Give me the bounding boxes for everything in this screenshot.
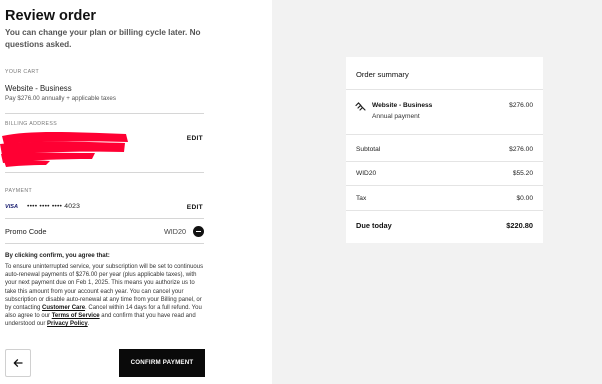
cart-section-label: YOUR CART: [5, 69, 40, 75]
cart-item-name: Website - Business: [5, 84, 72, 93]
divider: [5, 218, 204, 219]
subtotal-label: Subtotal: [356, 146, 381, 153]
summary-item-name: Website - Business: [372, 102, 433, 109]
back-button[interactable]: [5, 349, 31, 377]
order-summary-card: Order summary Website - Business Annual …: [346, 57, 543, 243]
discount-label: WID20: [356, 170, 377, 177]
divider: [346, 134, 543, 135]
customer-care-link[interactable]: Customer Care: [42, 305, 85, 311]
page-subtitle: You can change your plan or billing cycl…: [5, 28, 201, 49]
billing-section-label: BILLING ADDRESS: [5, 121, 58, 127]
divider: [346, 161, 543, 162]
terms-of-service-link[interactable]: Terms of Service: [52, 313, 100, 319]
total-label: Due today: [356, 221, 392, 230]
remove-promo-icon[interactable]: [193, 226, 204, 237]
agreement-heading: By clicking confirm, you agree that:: [5, 252, 110, 259]
divider: [5, 243, 204, 244]
agreement-text-part: To ensure uninterrupted service, your su…: [5, 264, 204, 312]
subtotal-value: $276.00: [509, 146, 533, 153]
divider: [5, 172, 204, 173]
total-value: $220.80: [506, 221, 533, 230]
agreement-text-part: .: [87, 321, 90, 328]
agreement-text: To ensure uninterrupted service, your su…: [5, 263, 205, 329]
privacy-policy-link[interactable]: Privacy Policy: [47, 321, 88, 327]
promo-code-label: Promo Code: [5, 227, 47, 236]
divider: [346, 89, 543, 90]
squarespace-logo-icon: [355, 102, 366, 111]
visa-logo-icon: VISA: [5, 204, 19, 210]
checkout-form-panel: Review order You can change your plan or…: [0, 0, 272, 384]
discount-value: $55.20: [512, 170, 533, 177]
summary-item-price: $276.00: [509, 102, 533, 109]
page-title: Review order: [5, 8, 97, 24]
tax-value: $0.00: [516, 195, 533, 202]
divider: [346, 210, 543, 211]
card-number: •••• •••• •••• 4023: [27, 203, 81, 210]
divider: [5, 113, 204, 114]
cart-item-description: Pay $276.00 annually + applicable taxes: [5, 95, 116, 102]
payment-section-label: PAYMENT: [5, 188, 33, 194]
order-summary-title: Order summary: [356, 70, 409, 79]
confirm-payment-button[interactable]: CONFIRM PAYMENT: [119, 349, 205, 377]
divider: [346, 185, 543, 186]
edit-payment-button[interactable]: EDIT: [187, 204, 203, 211]
tax-label: Tax: [356, 195, 367, 202]
promo-code-value: WID20: [164, 227, 186, 236]
arrow-left-icon: [13, 359, 23, 367]
edit-billing-button[interactable]: EDIT: [187, 135, 203, 142]
summary-item-billing: Annual payment: [372, 113, 420, 120]
redacted-address: [0, 132, 128, 167]
